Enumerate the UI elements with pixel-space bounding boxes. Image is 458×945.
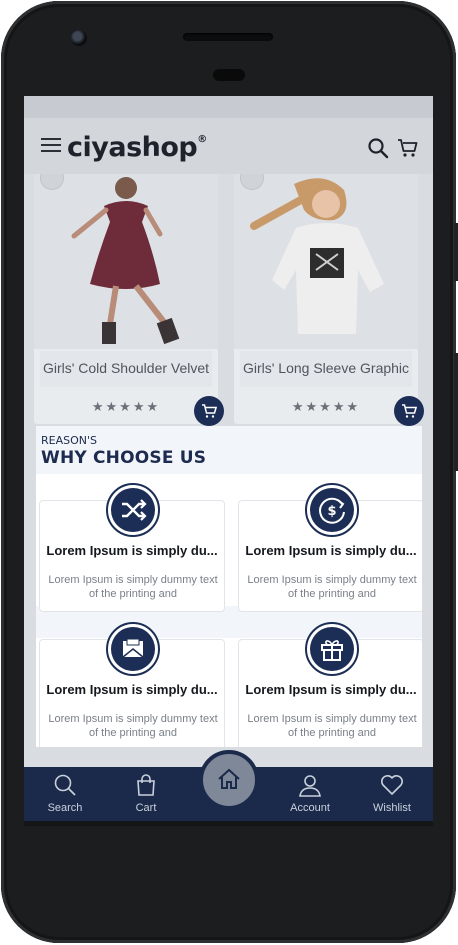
app-logo: ciyashop®	[67, 132, 207, 163]
envelope-icon	[122, 638, 144, 658]
modal-header: REASON'S WHY CHOOSE US	[36, 426, 422, 474]
menu-icon[interactable]	[41, 138, 61, 153]
power-button	[454, 223, 458, 281]
screen-bottom-edge	[24, 821, 433, 826]
product-title[interactable]: Girls' Cold Shoulder Velvet	[40, 351, 212, 387]
nav-account[interactable]: Account	[275, 767, 345, 821]
home-icon	[218, 768, 240, 789]
nav-label: Wishlist	[373, 802, 411, 814]
feature-text: Lorem Ipsum is simply dummy text of the …	[247, 574, 417, 600]
product-image[interactable]	[234, 174, 418, 349]
feature-icon-badge	[106, 483, 160, 537]
feature-icon-badge	[305, 622, 359, 676]
girl-graphic-tee-photo	[234, 174, 418, 349]
app-screen: ciyashop® Girls' Cold Shoulder Velvet ★★…	[24, 96, 433, 821]
proximity-sensor	[213, 69, 245, 81]
feature-title: Lorem Ipsum is simply du...	[46, 682, 218, 697]
cart-icon	[202, 404, 218, 418]
feature-icon-badge: $	[305, 483, 359, 537]
heart-icon	[381, 775, 403, 795]
why-choose-us-modal: REASON'S WHY CHOOSE US Lorem Ipsum is si…	[36, 426, 422, 747]
search-icon[interactable]	[367, 137, 389, 159]
feature-text: Lorem Ipsum is simply dummy text of the …	[48, 713, 218, 739]
feature-title: Lorem Ipsum is simply du...	[46, 543, 218, 558]
product-card[interactable]: Girls' Cold Shoulder Velvet ★★★★★	[34, 174, 224, 426]
add-to-cart-button[interactable]	[194, 396, 224, 426]
gift-icon	[321, 640, 343, 661]
nav-label: Search	[47, 802, 83, 814]
feature-title: Lorem Ipsum is simply du...	[245, 543, 417, 558]
volume-button	[454, 353, 458, 471]
app-header: ciyashop®	[24, 118, 433, 174]
add-to-cart-button[interactable]	[394, 396, 424, 426]
home-button[interactable]	[199, 750, 259, 810]
nav-wishlist[interactable]: Wishlist	[357, 767, 427, 821]
phone-frame: ciyashop® Girls' Cold Shoulder Velvet ★★…	[1, 1, 458, 943]
girl-velvet-dress-photo	[34, 174, 218, 349]
section-heading: WHY CHOOSE US	[41, 448, 207, 468]
logo-text: ciyashop	[67, 132, 198, 163]
product-title[interactable]: Girls' Long Sleeve Graphic	[240, 351, 412, 387]
product-rating: ★★★★★	[91, 399, 161, 414]
nav-search[interactable]: Search	[30, 767, 100, 821]
dollar-refresh-icon: $	[319, 497, 345, 524]
feature-icon-badge	[106, 622, 160, 676]
earpiece-speaker	[183, 33, 273, 41]
section-kicker: REASON'S	[41, 434, 97, 447]
product-image[interactable]	[34, 174, 218, 349]
nav-cart[interactable]: Cart	[111, 767, 181, 821]
feature-card[interactable]: $ Lorem Ipsum is simply du... Lorem Ipsu…	[238, 483, 422, 612]
feature-card[interactable]: Lorem Ipsum is simply du... Lorem Ipsum …	[39, 483, 225, 612]
logo-trademark: ®	[197, 134, 207, 145]
nav-label: Account	[290, 802, 330, 814]
svg-text:$: $	[327, 504, 336, 519]
nav-label: Cart	[135, 802, 157, 814]
feature-card[interactable]: Lorem Ipsum is simply du... Lorem Ipsum …	[39, 622, 225, 747]
feature-text: Lorem Ipsum is simply dummy text of the …	[247, 713, 417, 739]
user-icon	[299, 775, 321, 797]
product-grid: Girls' Cold Shoulder Velvet ★★★★★ Girls'…	[34, 174, 426, 434]
cart-icon	[402, 404, 418, 418]
feature-card[interactable]: Lorem Ipsum is simply du... Lorem Ipsum …	[238, 622, 422, 747]
feature-text: Lorem Ipsum is simply dummy text of the …	[48, 574, 218, 600]
product-rating: ★★★★★	[291, 399, 361, 414]
feature-title: Lorem Ipsum is simply du...	[245, 682, 417, 697]
search-icon	[54, 774, 76, 796]
cart-icon[interactable]	[397, 137, 419, 159]
product-card[interactable]: Girls' Long Sleeve Graphic ★★★★★	[234, 174, 424, 426]
status-bar	[24, 96, 433, 118]
front-camera	[71, 30, 87, 46]
shuffle-icon	[122, 499, 147, 521]
shopping-bag-icon	[137, 774, 155, 796]
